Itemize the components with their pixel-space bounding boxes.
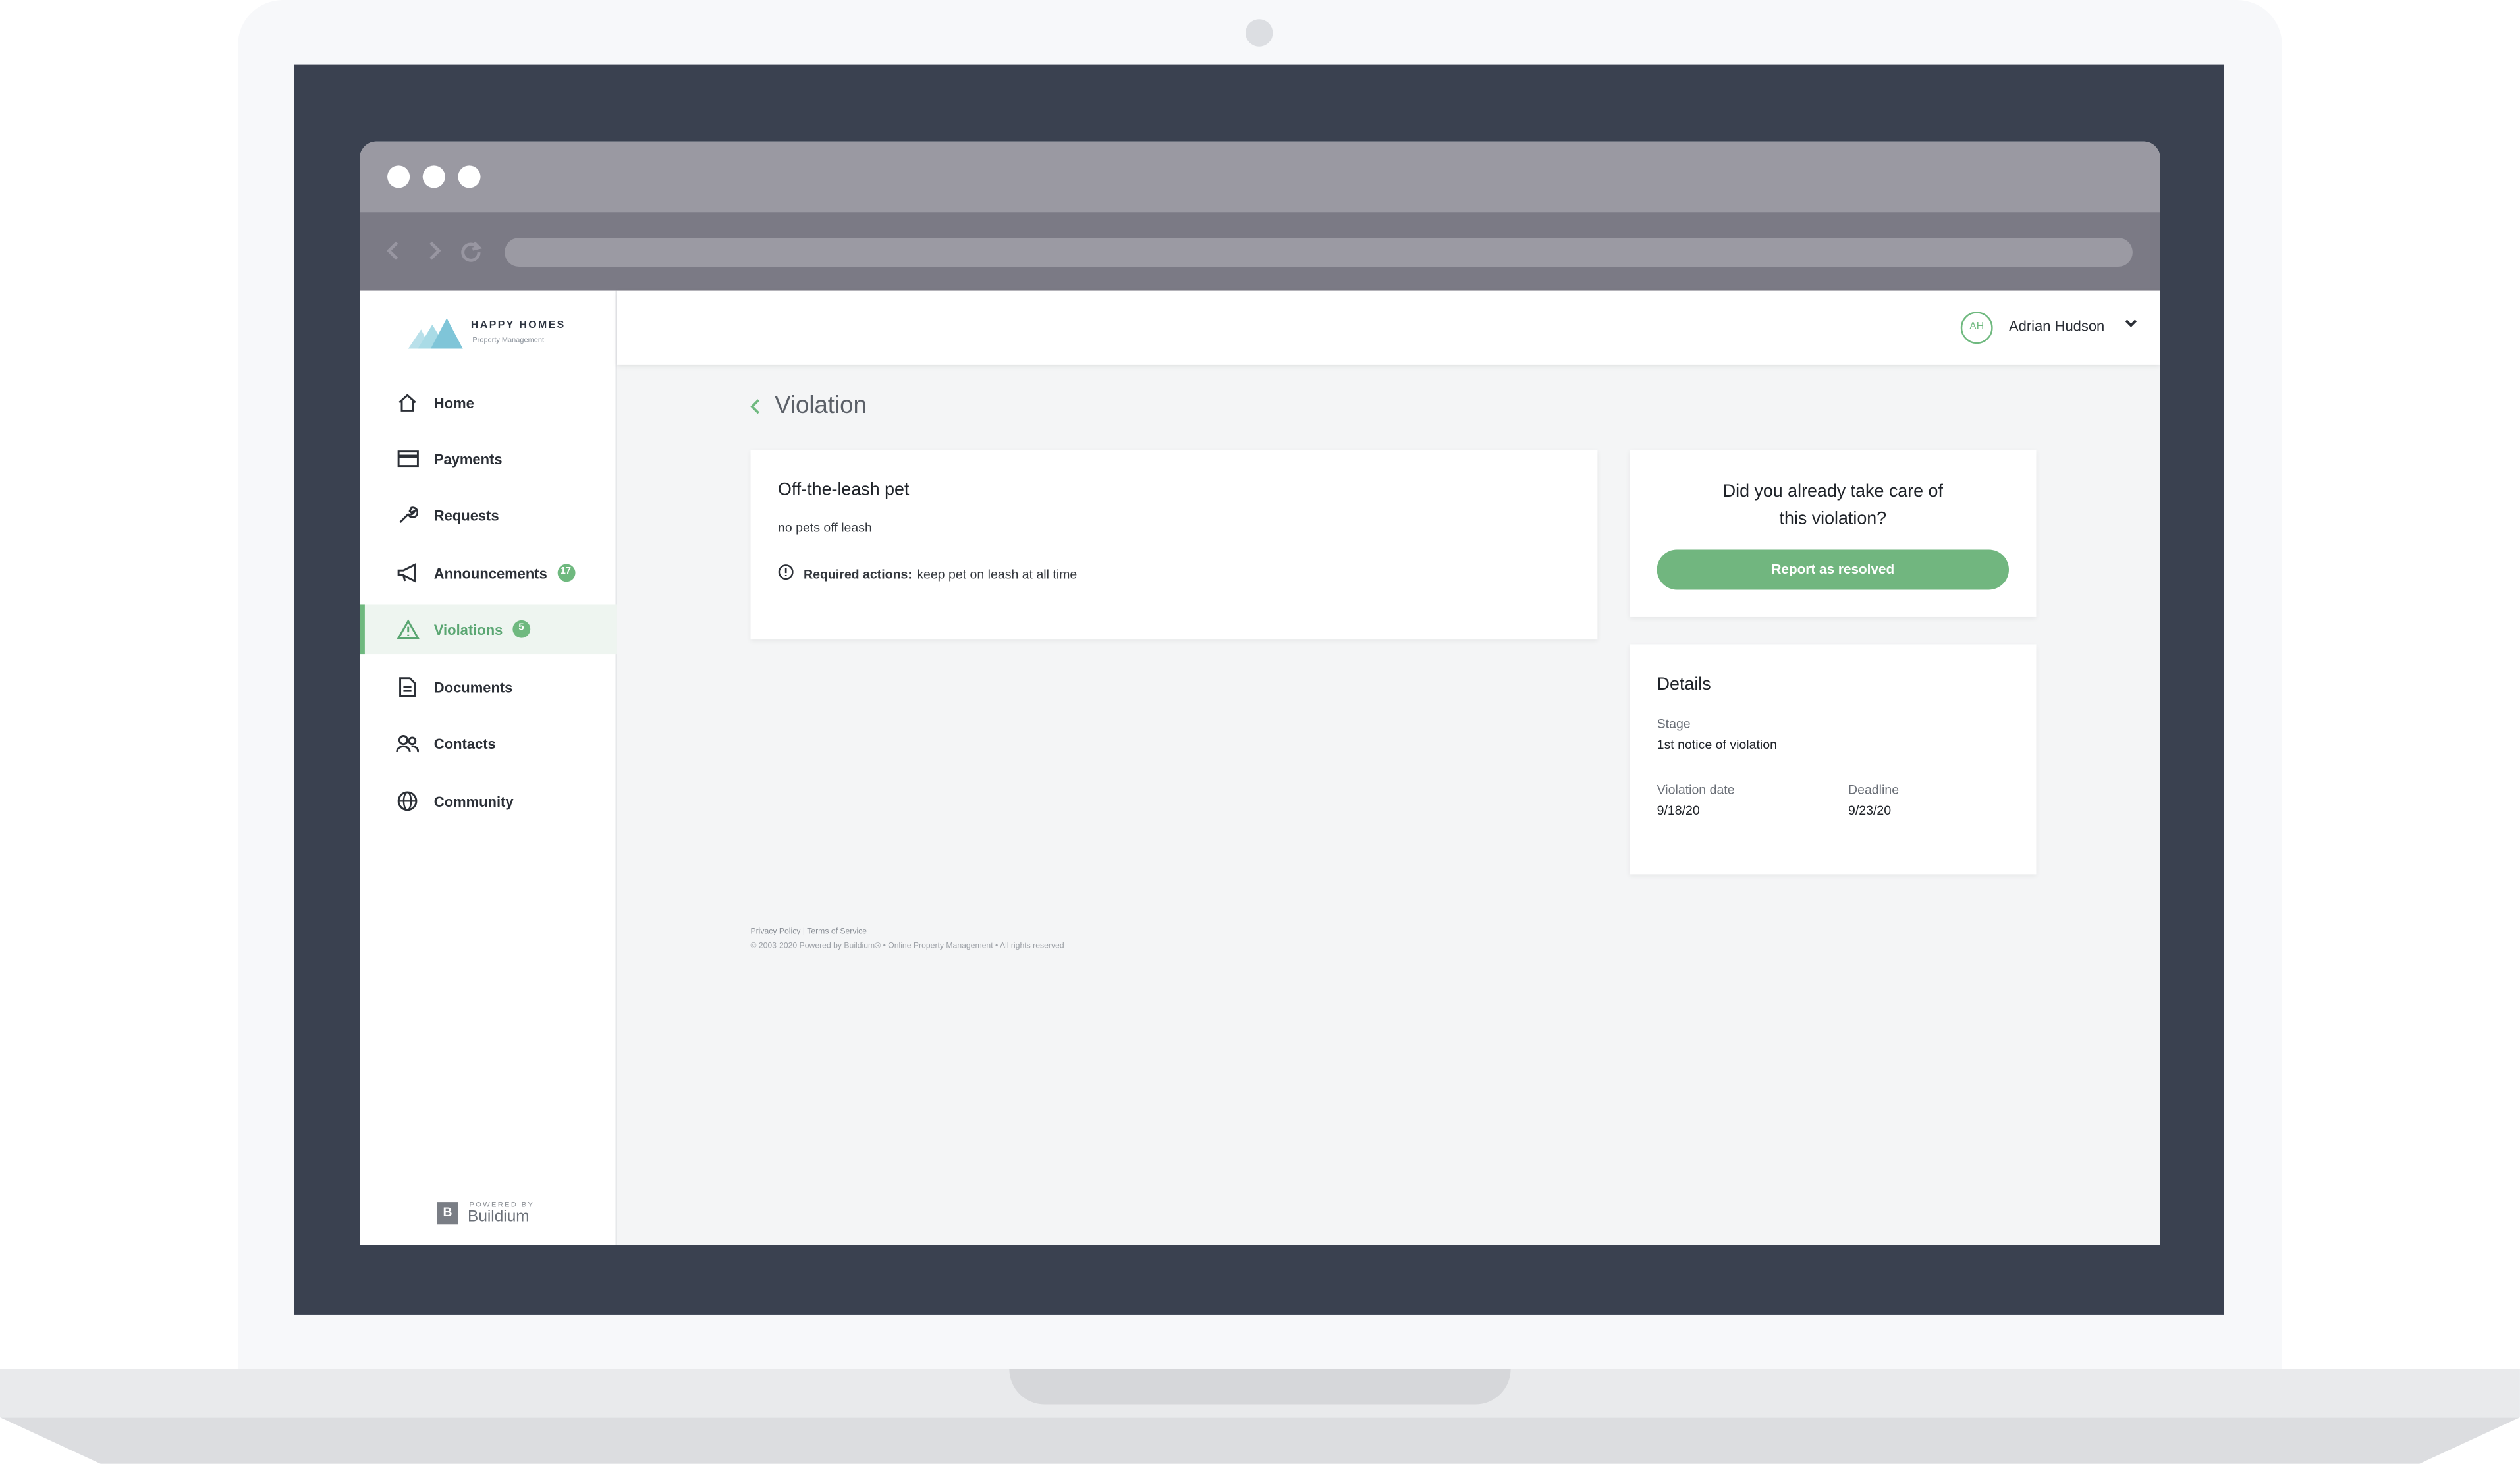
violation-title: Off-the-leash pet bbox=[777, 480, 910, 500]
avatar[interactable]: AH bbox=[1960, 312, 1993, 344]
stage-label: Stage bbox=[1657, 717, 1691, 732]
page-title: Violation bbox=[775, 392, 867, 420]
powered-by-name: Buildium bbox=[468, 1208, 530, 1226]
resolve-card: Did you already take care of this violat… bbox=[1630, 450, 2037, 617]
powered-by-label: POWERED BY bbox=[469, 1200, 535, 1208]
sidebar-item-contacts[interactable]: Contacts bbox=[360, 718, 617, 769]
footer-links: Privacy Policy | Terms of Service bbox=[750, 927, 867, 937]
globe-icon bbox=[395, 789, 420, 813]
sidebar-item-home[interactable]: Home bbox=[360, 377, 617, 427]
top-header: AH Adrian Hudson bbox=[616, 290, 2160, 365]
brand-logo[interactable]: HAPPY HOMES Property Management bbox=[408, 313, 585, 355]
forward-icon[interactable] bbox=[424, 238, 443, 270]
details-card: Details Stage 1st notice of violation Vi… bbox=[1630, 644, 2037, 875]
info-circle-icon bbox=[778, 564, 794, 583]
required-actions: Required actions: keep pet on leash at a… bbox=[778, 564, 1077, 583]
sidebar-item-requests[interactable]: Requests bbox=[360, 490, 617, 540]
reload-icon[interactable] bbox=[460, 238, 482, 270]
buildium-logo-icon: B bbox=[437, 1202, 458, 1225]
mountains-icon bbox=[408, 318, 463, 349]
laptop-notch bbox=[1009, 1369, 1511, 1405]
window-maximize-dot[interactable] bbox=[458, 165, 481, 188]
footer-separator: | bbox=[802, 927, 806, 937]
credit-card-icon bbox=[395, 447, 420, 471]
resolve-question-line2: this violation? bbox=[1779, 509, 1887, 529]
resolve-question: Did you already take care of this violat… bbox=[1630, 479, 2036, 533]
home-icon bbox=[395, 391, 420, 415]
violation-card: Off-the-leash pet no pets off leash Requ… bbox=[750, 450, 1598, 640]
window-close-dot[interactable] bbox=[387, 165, 410, 188]
back-icon[interactable] bbox=[384, 238, 403, 270]
laptop-base-bottom bbox=[0, 1417, 2520, 1464]
required-actions-text: keep pet on leash at all time bbox=[917, 566, 1078, 582]
required-actions-label: Required actions: bbox=[804, 566, 912, 582]
violations-count-badge: 5 bbox=[512, 620, 530, 638]
sidebar-item-documents[interactable]: Documents bbox=[360, 662, 617, 712]
sidebar-item-label: Community bbox=[433, 793, 514, 809]
violation-description: no pets off leash bbox=[777, 520, 872, 535]
report-as-resolved-button[interactable]: Report as resolved bbox=[1657, 549, 2009, 590]
powered-by-buildium[interactable]: B POWERED BY Buildium bbox=[437, 1199, 566, 1231]
sidebar-item-label: Violations bbox=[433, 621, 503, 637]
brand-tagline: Property Management bbox=[472, 335, 545, 344]
brand-name: HAPPY HOMES bbox=[470, 319, 566, 331]
document-icon bbox=[395, 675, 420, 699]
details-title: Details bbox=[1657, 674, 1711, 695]
resolve-question-line1: Did you already take care of bbox=[1722, 482, 1943, 502]
back-chevron-icon[interactable] bbox=[749, 395, 762, 421]
browser-titlebar bbox=[360, 141, 2160, 213]
footer-copyright: © 2003-2020 Powered by Buildium® • Onlin… bbox=[750, 941, 1064, 952]
violation-date-label: Violation date bbox=[1657, 782, 1735, 798]
user-name[interactable]: Adrian Hudson bbox=[2009, 318, 2104, 334]
sidebar-item-community[interactable]: Community bbox=[360, 776, 617, 827]
sidebar-item-label: Documents bbox=[433, 678, 513, 695]
camera bbox=[1246, 19, 1273, 47]
stage-value: 1st notice of violation bbox=[1657, 737, 1777, 752]
sidebar-item-label: Home bbox=[433, 394, 474, 411]
window-minimize-dot[interactable] bbox=[422, 165, 445, 188]
deadline-value: 9/23/20 bbox=[1848, 803, 1892, 818]
contacts-icon bbox=[395, 731, 420, 755]
violation-date-value: 9/18/20 bbox=[1657, 803, 1700, 818]
sidebar-item-violations[interactable]: Violations 5 bbox=[360, 604, 617, 655]
deadline-label: Deadline bbox=[1848, 782, 1900, 798]
warning-icon bbox=[395, 617, 420, 641]
sidebar: HAPPY HOMES Property Management Home Pay… bbox=[360, 290, 617, 1245]
sidebar-item-label: Payments bbox=[433, 450, 503, 467]
sidebar-item-announcements[interactable]: Announcements 17 bbox=[360, 548, 617, 598]
terms-of-service-link[interactable]: Terms of Service bbox=[807, 927, 867, 937]
wrench-icon bbox=[395, 503, 420, 528]
address-bar[interactable] bbox=[505, 238, 2133, 267]
privacy-policy-link[interactable]: Privacy Policy bbox=[750, 927, 800, 937]
browser-window: HAPPY HOMES Property Management Home Pay… bbox=[360, 141, 2160, 1246]
sidebar-item-label: Announcements bbox=[433, 564, 547, 582]
announcements-count-badge: 17 bbox=[557, 564, 575, 582]
sidebar-item-label: Contacts bbox=[433, 735, 496, 751]
megaphone-icon bbox=[395, 561, 420, 585]
chevron-down-icon[interactable] bbox=[2123, 315, 2139, 334]
sidebar-item-label: Requests bbox=[433, 506, 499, 524]
sidebar-item-payments[interactable]: Payments bbox=[360, 434, 617, 484]
